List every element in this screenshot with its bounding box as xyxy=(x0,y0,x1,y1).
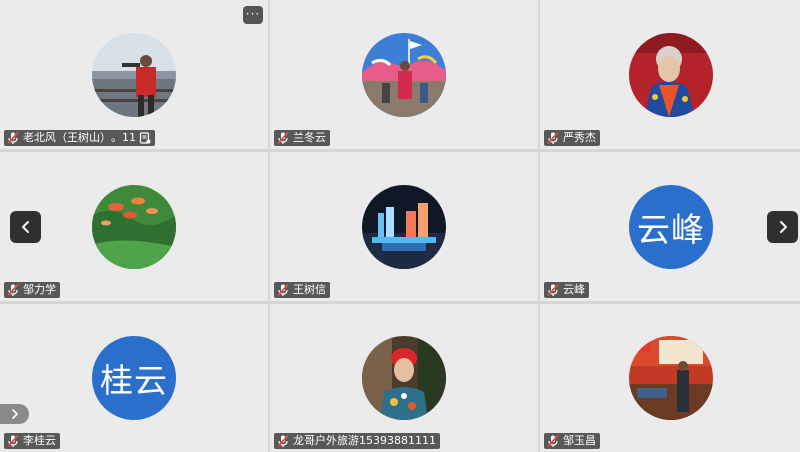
participant-avatar xyxy=(362,184,446,269)
mic-muted-icon xyxy=(546,434,560,448)
participant-name: 老北风（王树山） xyxy=(23,131,111,144)
participant-avatar xyxy=(92,184,176,269)
participant-name: 龙哥户外旅游15393881111 xyxy=(293,434,436,447)
next-page-button[interactable] xyxy=(767,211,798,243)
more-options-button[interactable]: ··· xyxy=(243,6,263,24)
mic-muted-icon xyxy=(276,434,290,448)
participant-name-tag: 兰冬云 xyxy=(274,130,330,146)
mic-muted-icon xyxy=(6,283,20,297)
participant-name: 邹玉昌 xyxy=(563,434,596,447)
mic-muted-icon xyxy=(546,283,560,297)
chevron-right-icon xyxy=(779,221,787,233)
mic-muted-icon xyxy=(6,434,20,448)
participant-avatar xyxy=(629,32,713,117)
mic-muted-icon xyxy=(546,131,560,145)
participant-name-tag: 龙哥户外旅游15393881111 xyxy=(274,433,440,449)
participant-name: 严秀杰 xyxy=(563,131,596,144)
participant-text-avatar: 云峰 xyxy=(629,184,713,269)
participant-avatar xyxy=(92,32,176,117)
document-icon xyxy=(139,132,151,144)
participant-name: 邹力学 xyxy=(23,283,56,296)
chevron-left-icon xyxy=(21,221,29,233)
participant-tile[interactable]: 云峰 云峰 xyxy=(540,152,800,301)
expand-panel-button[interactable] xyxy=(0,404,29,424)
participant-name-tag: 王树信 xyxy=(274,282,330,298)
participant-tile[interactable]: 老北风（王树山） 。11 ··· xyxy=(0,0,268,149)
participant-text-avatar: 桂云 xyxy=(92,336,176,420)
mic-muted-icon xyxy=(6,131,20,145)
participant-avatar xyxy=(362,32,446,117)
participant-name-tag: 老北风（王树山） 。11 xyxy=(4,130,155,146)
mic-muted-icon xyxy=(276,131,290,145)
video-grid: 老北风（王树山） 。11 ··· 兰冬云 严秀杰 邹力学 王树信 云峰 云峰 桂… xyxy=(0,0,800,452)
participant-name: 王树信 xyxy=(293,283,326,296)
participant-avatar xyxy=(629,336,713,420)
participant-name: 兰冬云 xyxy=(293,131,326,144)
participant-tile[interactable]: 严秀杰 xyxy=(540,0,800,149)
participant-avatar xyxy=(362,336,446,420)
participant-tile[interactable]: 桂云 李桂云 xyxy=(0,304,268,452)
participant-tile[interactable]: 邹玉昌 xyxy=(540,304,800,452)
previous-page-button[interactable] xyxy=(10,211,41,243)
participant-name-tag: 云峰 xyxy=(544,282,589,298)
participant-name-tag: 邹力学 xyxy=(4,282,60,298)
participant-name-tag: 李桂云 xyxy=(4,433,60,449)
participant-tile[interactable]: 兰冬云 xyxy=(270,0,538,149)
participant-name-suffix: 。11 xyxy=(111,131,136,144)
mic-muted-icon xyxy=(276,283,290,297)
participant-name: 云峰 xyxy=(563,283,585,296)
participant-name: 李桂云 xyxy=(23,434,56,447)
participant-tile[interactable]: 龙哥户外旅游15393881111 xyxy=(270,304,538,452)
participant-name-tag: 严秀杰 xyxy=(544,130,600,146)
participant-name-tag: 邹玉昌 xyxy=(544,433,600,449)
chevron-right-icon xyxy=(11,409,18,419)
participant-tile[interactable]: 王树信 xyxy=(270,152,538,301)
